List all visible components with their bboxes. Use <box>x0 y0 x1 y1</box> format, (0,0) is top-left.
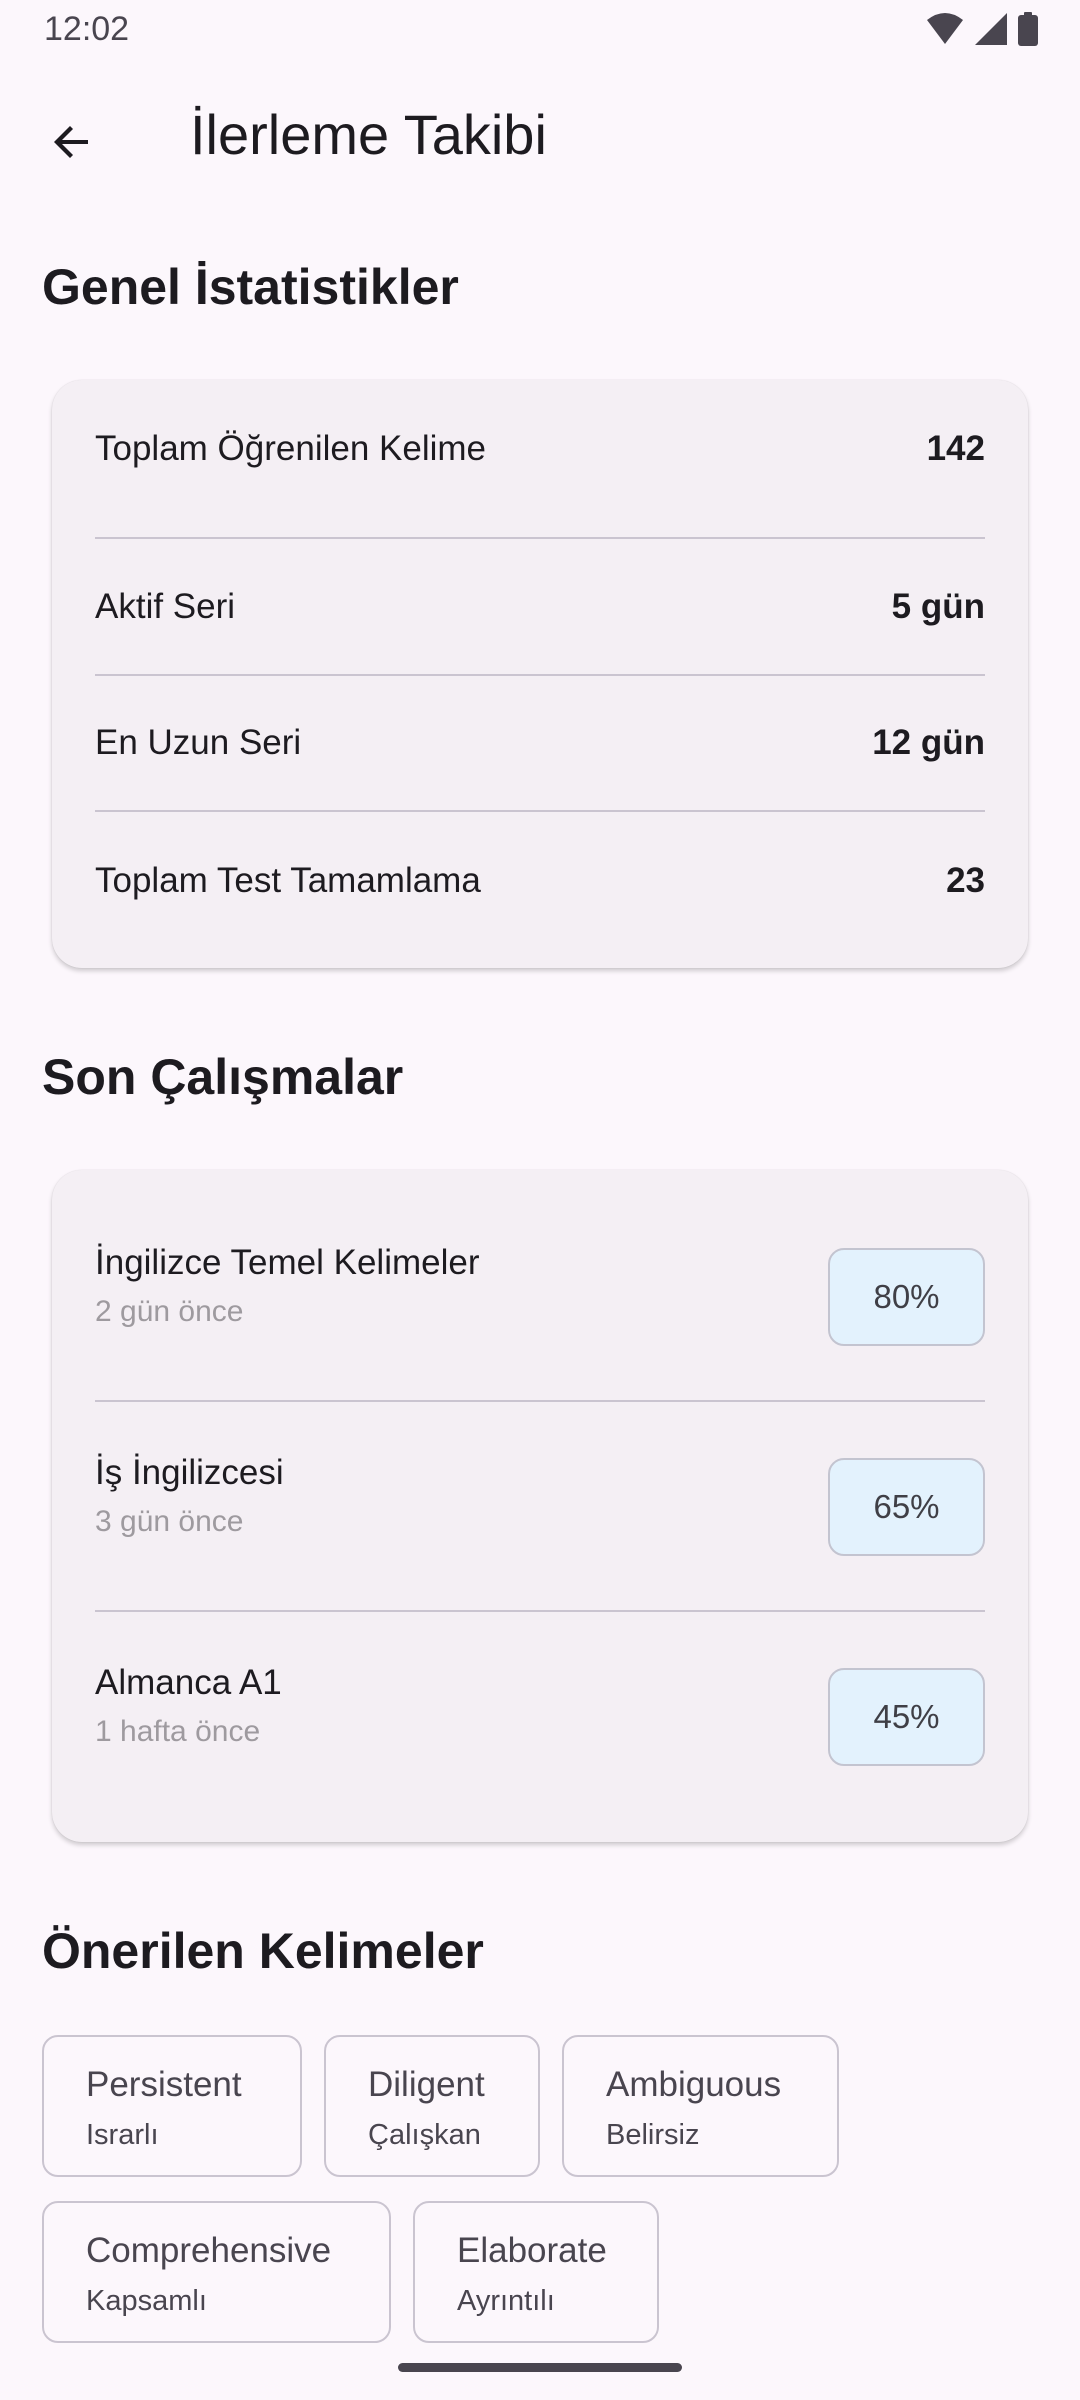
recent-item[interactable]: İngilizce Temel Kelimeler 2 gün önce 80% <box>95 1170 985 1380</box>
chip-translation: Ayrıntılı <box>457 2285 555 2317</box>
stat-value: 23 <box>946 860 985 900</box>
status-icons <box>926 12 1038 46</box>
percent-badge: 80% <box>828 1248 985 1346</box>
general-stats-card: Toplam Öğrenilen Kelime 142 Aktif Seri 5… <box>52 380 1028 968</box>
percent-badge: 65% <box>828 1458 985 1556</box>
word-chip[interactable]: Persistent Israrlı <box>42 2035 302 2177</box>
chip-translation: Belirsiz <box>606 2119 700 2151</box>
chip-translation: Kapsamlı <box>86 2285 207 2317</box>
stat-value: 142 <box>926 428 985 468</box>
recent-item[interactable]: Almanca A1 1 hafta önce 45% <box>95 1590 985 1800</box>
app-bar: İlerleme Takibi <box>0 80 1080 190</box>
chip-word: Elaborate <box>457 2231 607 2270</box>
stat-value: 12 gün <box>872 722 985 762</box>
general-stats-heading: Genel İstatistikler <box>42 259 459 315</box>
chip-word: Ambiguous <box>606 2065 782 2104</box>
recent-item-title: İngilizce Temel Kelimeler <box>95 1243 480 1282</box>
recent-item-title: Almanca A1 <box>95 1663 282 1702</box>
chip-translation: Israrlı <box>86 2119 159 2151</box>
page-title: İlerleme Takibi <box>190 103 547 166</box>
battery-icon <box>1018 12 1038 46</box>
stat-value: 5 gün <box>891 586 985 626</box>
signal-icon <box>975 13 1007 45</box>
stat-label: Aktif Seri <box>95 586 236 626</box>
recent-item-time: 2 gün önce <box>95 1295 244 1328</box>
recent-item-time: 1 hafta önce <box>95 1715 261 1748</box>
recent-item-title: İş İngilizcesi <box>95 1453 284 1492</box>
stat-row-total-words: Toplam Öğrenilen Kelime 142 <box>95 380 985 517</box>
chip-translation: Çalışkan <box>368 2119 481 2151</box>
status-time: 12:02 <box>44 10 130 48</box>
back-button[interactable] <box>30 100 114 184</box>
arrow-back-icon <box>54 126 88 158</box>
stat-row-longest-streak: En Uzun Seri 12 gün <box>95 674 985 811</box>
recent-item-time: 3 gün önce <box>95 1505 244 1538</box>
recent-item[interactable]: İş İngilizcesi 3 gün önce 65% <box>95 1380 985 1590</box>
status-bar: 12:02 <box>0 0 1080 62</box>
home-indicator[interactable] <box>398 2363 682 2372</box>
word-chip[interactable]: Diligent Çalışkan <box>324 2035 540 2177</box>
word-chip[interactable]: Elaborate Ayrıntılı <box>413 2201 659 2343</box>
chip-word: Persistent <box>86 2065 242 2104</box>
stat-label: Toplam Öğrenilen Kelime <box>95 428 487 468</box>
wifi-icon <box>927 13 963 44</box>
percent-badge: 45% <box>828 1668 985 1766</box>
word-chip[interactable]: Comprehensive Kapsamlı <box>42 2201 391 2343</box>
suggested-heading: Önerilen Kelimeler <box>42 1923 484 1979</box>
word-chip[interactable]: Ambiguous Belirsiz <box>562 2035 839 2177</box>
chip-word: Diligent <box>368 2065 485 2104</box>
recent-heading: Son Çalışmalar <box>42 1049 404 1105</box>
stat-label: En Uzun Seri <box>95 722 302 762</box>
stat-label: Toplam Test Tamamlama <box>95 860 481 900</box>
recent-card: İngilizce Temel Kelimeler 2 gün önce 80%… <box>52 1170 1028 1842</box>
stat-row-tests-completed: Toplam Test Tamamlama 23 <box>95 812 985 949</box>
chip-word: Comprehensive <box>86 2231 332 2270</box>
stat-row-active-streak: Aktif Seri 5 gün <box>95 538 985 675</box>
